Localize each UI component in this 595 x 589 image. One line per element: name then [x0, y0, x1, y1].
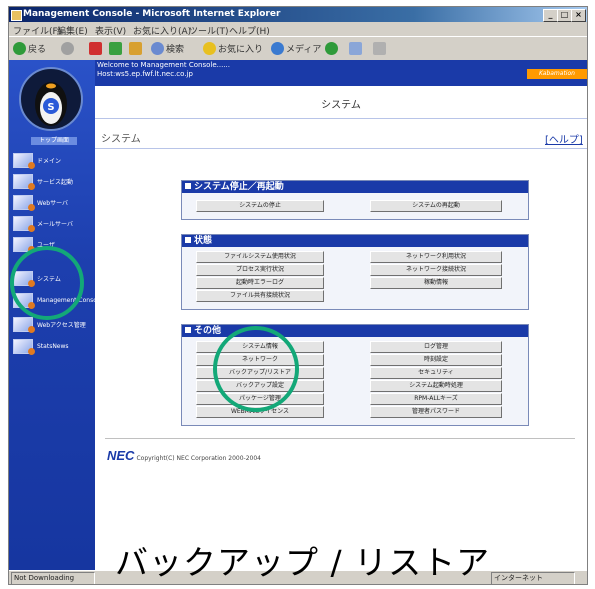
- mail-button[interactable]: [349, 40, 362, 56]
- sidebar-item-mailserver[interactable]: メールサーバ: [13, 215, 93, 232]
- page-viewport: S トップ画面 ドメイン サービス起動 Webサーバ メールサーバ ユーザ シス…: [9, 60, 587, 570]
- section-restart: システム停止／再起動 システムの停止 システムの再起動: [181, 180, 529, 220]
- home-icon: [129, 41, 142, 55]
- menu-bar: ファイル(F) 編集(E) 表示(V) お気に入り(A) ツール(T) ヘルプ(…: [9, 22, 587, 37]
- sidebar-item-webserver[interactable]: Webサーバ: [13, 194, 93, 211]
- browser-window: Management Console - Microsoft Internet …: [8, 6, 588, 585]
- system-restart-button[interactable]: システムの再起動: [370, 200, 502, 212]
- back-arrow-icon: [13, 41, 26, 55]
- time-settings-button[interactable]: 時刻設定: [370, 354, 502, 366]
- window-title: Management Console - Microsoft Internet …: [23, 9, 281, 19]
- sidebar-item-domain[interactable]: ドメイン: [13, 152, 93, 169]
- process-status-button[interactable]: プロセス実行状況: [196, 264, 324, 276]
- section-header: 状態: [182, 235, 528, 247]
- svg-text:S: S: [47, 102, 54, 113]
- copyright-text: Copyright(C) NEC Corporation 2000-2004: [136, 455, 261, 462]
- operation-info-button[interactable]: 稼動情報: [370, 277, 502, 289]
- stop-icon: [89, 41, 102, 55]
- close-button[interactable]: ×: [571, 9, 586, 22]
- webserver-icon: [13, 194, 35, 211]
- host-text: Host:ws5.ep.fwf.lt.nec.co.jp: [97, 70, 193, 78]
- admin-password-button[interactable]: 管理者パスワード: [370, 406, 502, 418]
- forward-arrow-icon: [61, 41, 74, 55]
- divider: [95, 148, 587, 149]
- main-content: Welcome to Management Console...... Host…: [95, 60, 587, 570]
- rpm-all-keys-button[interactable]: RPM-ALLキーズ: [370, 393, 502, 405]
- back-button[interactable]: 戻る: [13, 40, 46, 56]
- statsnews-icon: [13, 338, 35, 355]
- section-header: システム停止／再起動: [182, 181, 528, 193]
- media-button[interactable]: メディア: [271, 40, 321, 56]
- footer-divider: [105, 438, 575, 439]
- favorites-button[interactable]: お気に入り: [203, 40, 263, 56]
- footer: NEC Copyright(C) NEC Corporation 2000-20…: [107, 448, 261, 463]
- refresh-button[interactable]: [109, 40, 122, 56]
- highlight-ring-backup: [213, 326, 299, 412]
- breadcrumb: システム: [101, 134, 141, 145]
- penguin-logo-icon: S: [19, 67, 83, 131]
- service-icon: [13, 173, 35, 190]
- caption-text: バックアップ / リストア: [115, 543, 491, 582]
- nec-logo: NEC: [107, 448, 135, 463]
- toolbar: 戻る 検索 お気に入り メディア: [9, 36, 587, 60]
- search-icon: [151, 41, 164, 55]
- minimize-button[interactable]: _: [543, 9, 558, 22]
- highlight-ring-sidebar: [10, 246, 84, 320]
- mail-icon: [349, 41, 362, 55]
- sidebar-home-link[interactable]: トップ画面: [31, 137, 77, 145]
- network-usage-button[interactable]: ネットワーク利用状況: [370, 251, 502, 263]
- star-icon: [203, 41, 216, 55]
- history-icon: [325, 41, 338, 55]
- sidebar-item-statsnews[interactable]: StatsNews: [13, 338, 93, 355]
- ie-icon: [11, 10, 22, 21]
- refresh-icon: [109, 41, 122, 55]
- page-title: システム: [321, 100, 361, 111]
- brand-tag: Kabamation: [527, 69, 587, 79]
- maximize-button[interactable]: □: [557, 9, 572, 22]
- log-management-button[interactable]: ログ管理: [370, 341, 502, 353]
- startup-process-button[interactable]: システム起動時処理: [370, 380, 502, 392]
- startup-error-log-button[interactable]: 起動時エラーログ: [196, 277, 324, 289]
- network-connection-button[interactable]: ネットワーク接続状況: [370, 264, 502, 276]
- filesystem-usage-button[interactable]: ファイルシステム使用状況: [196, 251, 324, 263]
- system-stop-button[interactable]: システムの停止: [196, 200, 324, 212]
- home-button[interactable]: [129, 40, 142, 56]
- welcome-banner: Welcome to Management Console...... Host…: [95, 60, 587, 86]
- section-status: 状態 ファイルシステム使用状況 プロセス実行状況 起動時エラーログ ファイル共有…: [181, 234, 529, 310]
- security-button[interactable]: セキュリティ: [370, 367, 502, 379]
- zone-text: インターネット: [491, 572, 575, 584]
- divider: [95, 118, 587, 119]
- sidebar-item-service[interactable]: サービス起動: [13, 173, 93, 190]
- search-button[interactable]: 検索: [151, 40, 184, 56]
- web-access-icon: [13, 316, 35, 333]
- forward-button[interactable]: [61, 40, 74, 56]
- stop-button[interactable]: [89, 40, 102, 56]
- print-button[interactable]: [373, 40, 386, 56]
- title-bar: Management Console - Microsoft Internet …: [9, 7, 587, 22]
- print-icon: [373, 41, 386, 55]
- mailserver-icon: [13, 215, 35, 232]
- status-text: Not Downloading: [11, 572, 95, 584]
- help-link[interactable]: [ヘルプ]: [545, 131, 583, 146]
- domain-icon: [13, 152, 35, 169]
- file-share-status-button[interactable]: ファイル共有接続状況: [196, 290, 324, 302]
- welcome-text: Welcome to Management Console......: [97, 61, 230, 69]
- media-icon: [271, 41, 284, 55]
- history-button[interactable]: [325, 40, 338, 56]
